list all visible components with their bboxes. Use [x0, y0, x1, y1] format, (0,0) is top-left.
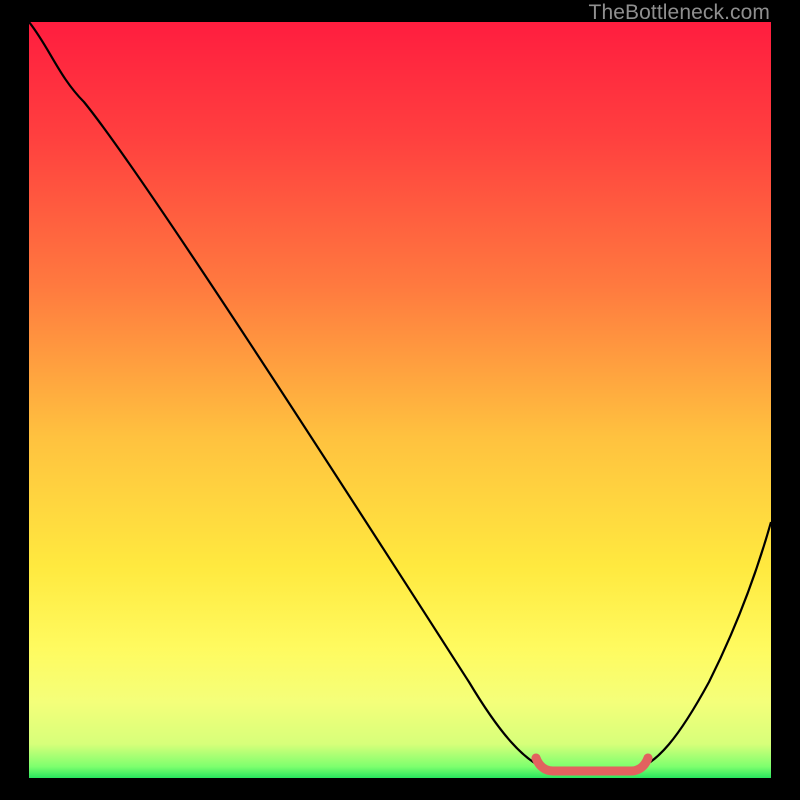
- flat-trough-marker: [536, 758, 648, 771]
- plot-area: [29, 22, 771, 778]
- curve-path: [29, 22, 771, 770]
- watermark-text: TheBottleneck.com: [589, 1, 770, 25]
- bottleneck-curve: [29, 22, 771, 778]
